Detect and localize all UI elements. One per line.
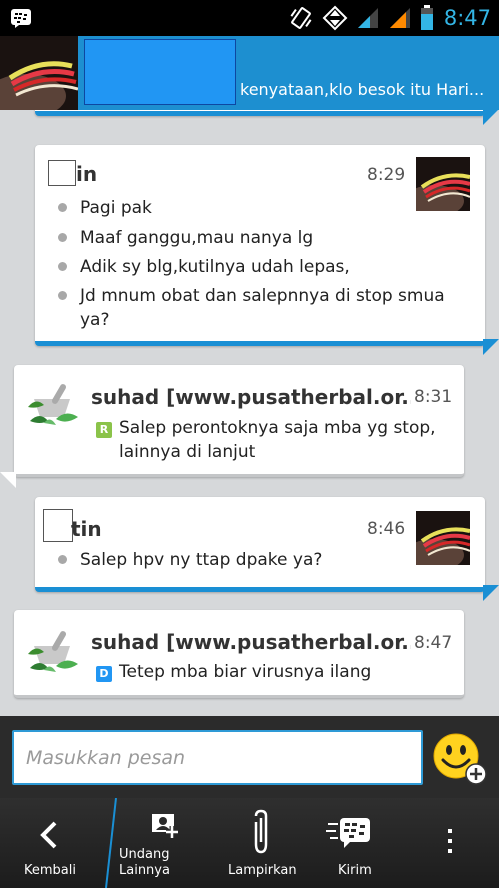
message-time: 8:29 bbox=[367, 165, 406, 185]
delivered-status-badge: D bbox=[96, 666, 112, 682]
message-line: Pagi pak bbox=[80, 198, 152, 218]
bbm-send-icon bbox=[326, 818, 370, 848]
signal-icon-2 bbox=[389, 8, 410, 28]
bullet bbox=[58, 555, 67, 564]
bubble-tail bbox=[483, 585, 499, 601]
send-label: Kirim bbox=[338, 863, 372, 878]
bullet bbox=[58, 203, 67, 212]
bubble-tail bbox=[0, 472, 16, 488]
compose-bar bbox=[0, 716, 499, 798]
message-time: 8:47 bbox=[414, 633, 453, 653]
paperclip-icon bbox=[254, 809, 268, 854]
send-button[interactable]: Kirim bbox=[318, 798, 398, 888]
message-bubble-partial bbox=[35, 110, 499, 125]
smiley-icon bbox=[433, 733, 487, 785]
bubble-tail bbox=[483, 339, 499, 355]
message-line: Adik sy blg,kutilnya udah lepas, bbox=[80, 257, 350, 277]
message-bubble-incoming[interactable]: suhad [www.pusatherbal.or... 8:31 R Sale… bbox=[0, 365, 464, 488]
message-line: Tetep mba biar virusnya ilang bbox=[119, 662, 372, 682]
chevron-left-icon bbox=[40, 821, 57, 849]
emoji-button[interactable] bbox=[432, 730, 490, 788]
bbm-icon bbox=[11, 9, 31, 28]
status-bar: 8:47 bbox=[0, 0, 499, 36]
bullet bbox=[58, 262, 67, 271]
bullet bbox=[58, 233, 67, 242]
sender-avatar bbox=[416, 511, 470, 565]
signal-icon bbox=[357, 8, 378, 28]
clock: 8:47 bbox=[443, 6, 491, 30]
more-vert-icon bbox=[448, 829, 452, 853]
bubble-tail bbox=[483, 110, 499, 125]
message-list[interactable]: in 8:29 Pagi pak Maaf ganggu,mau nanya l… bbox=[0, 110, 499, 716]
message-bubble-outgoing[interactable]: in 8:29 Pagi pak Maaf ganggu,mau nanya l… bbox=[35, 145, 499, 355]
message-line: Salep hpv ny ttap dpake ya? bbox=[80, 550, 323, 570]
sender-name: suhad [www.pusatherbal.or... bbox=[91, 630, 411, 654]
message-line: Maaf ganggu,mau nanya lg bbox=[80, 228, 314, 248]
sender-avatar bbox=[416, 157, 470, 211]
message-line: Jd mnum obat dan salepnnya di stop smua bbox=[80, 286, 445, 306]
overflow-menu-button[interactable] bbox=[430, 798, 470, 888]
battery-icon bbox=[420, 5, 433, 30]
message-bubble-incoming[interactable]: suhad [www.pusatherbal.or... 8:47 D Tete… bbox=[14, 610, 464, 698]
vibrate-icon bbox=[290, 7, 312, 29]
back-label: Kembali bbox=[24, 863, 76, 878]
message-line: Salep perontoknya saja mba yg stop, bbox=[119, 418, 436, 438]
invite-more-button[interactable]: Undang Lainnya bbox=[112, 798, 212, 888]
attach-label: Lampirkan bbox=[228, 863, 297, 878]
invite-label-line-2: Lainnya bbox=[119, 863, 170, 878]
sender-avatar bbox=[26, 624, 80, 678]
back-button[interactable]: Kembali bbox=[0, 798, 100, 888]
contact-status-message: kenyataan,klo besok itu Hari... bbox=[240, 80, 485, 99]
sender-avatar bbox=[26, 377, 80, 431]
sender-name: in bbox=[76, 162, 98, 186]
message-bubble-outgoing[interactable]: tin 8:46 Salep hpv ny ttap dpake ya? bbox=[35, 497, 499, 601]
sender-name-redacted bbox=[43, 509, 73, 542]
sender-name: tin bbox=[71, 517, 102, 541]
message-input[interactable] bbox=[12, 730, 423, 785]
invite-label-line-1: Undang bbox=[119, 847, 170, 862]
contact-name-redacted[interactable] bbox=[84, 39, 236, 105]
sender-name: suhad [www.pusatherbal.or... bbox=[91, 385, 411, 409]
message-time: 8:31 bbox=[414, 387, 453, 407]
read-status-badge: R bbox=[96, 422, 112, 438]
data-icon bbox=[322, 5, 348, 31]
chat-header[interactable]: kenyataan,klo besok itu Hari... bbox=[0, 36, 499, 110]
bottom-toolbar: Kembali Undang Lainnya Lampirkan Kirim bbox=[0, 798, 499, 888]
attach-button[interactable]: Lampirkan bbox=[218, 798, 308, 888]
message-time: 8:46 bbox=[367, 519, 406, 539]
bullet bbox=[58, 291, 67, 300]
add-contact-icon bbox=[152, 814, 178, 838]
message-line: ya? bbox=[80, 310, 110, 330]
contact-avatar[interactable] bbox=[0, 36, 78, 110]
message-line: lainnya di lanjut bbox=[119, 442, 256, 462]
sender-name-redacted bbox=[48, 160, 76, 186]
